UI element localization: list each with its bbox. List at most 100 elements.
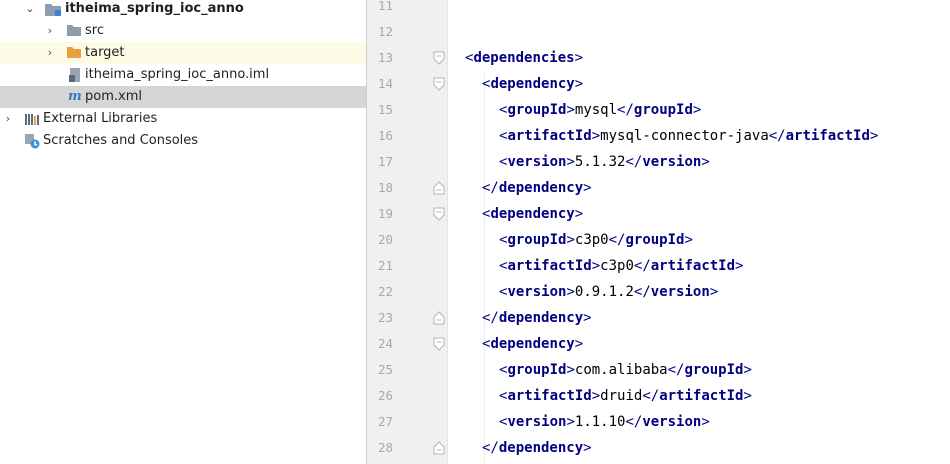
line-number: 27: [377, 414, 393, 429]
line-number: 21: [377, 258, 393, 273]
code-text[interactable]: <groupId>mysql</groupId>: [499, 97, 701, 123]
code-editor[interactable]: 11 12 13 <dependencies> 14 <dependency> 15 <gro…: [367, 0, 950, 464]
fold-end-icon[interactable]: [433, 181, 445, 195]
code-text[interactable]: <artifactId>druid</artifactId>: [499, 383, 752, 409]
line-number: 18: [377, 180, 393, 195]
code-line[interactable]: 14 <dependency>: [367, 71, 950, 97]
code-line[interactable]: 25 <groupId>com.alibaba</groupId>: [367, 357, 950, 383]
code-text[interactable]: <version>0.9.1.2</version>: [499, 279, 718, 305]
chevron-right-icon[interactable]: ›: [44, 42, 56, 64]
xml-tag-name: groupId: [507, 232, 567, 248]
code-line[interactable]: 21 <artifactId>c3p0</artifactId>: [367, 253, 950, 279]
tree-item-scratches[interactable]: Scratches and Consoles: [0, 130, 366, 152]
xml-tag-name: artifactId: [507, 128, 592, 144]
xml-tag-name: artifactId: [785, 128, 870, 144]
chevron-right-icon[interactable]: ›: [2, 108, 14, 130]
code-text[interactable]: <groupId>com.alibaba</groupId>: [499, 357, 752, 383]
tag-bracket: </: [642, 388, 660, 404]
tag-bracket: </: [625, 414, 643, 430]
code-text[interactable]: <artifactId>c3p0</artifactId>: [499, 253, 743, 279]
code-line[interactable]: 16 <artifactId>mysql-connector-java</arti…: [367, 123, 950, 149]
tree-item-external-libraries[interactable]: › External Libraries: [0, 108, 366, 130]
tag-bracket: >: [591, 128, 601, 144]
code-line[interactable]: 17 <version>5.1.32</version>: [367, 149, 950, 175]
tag-bracket: </: [625, 154, 643, 170]
fold-end-icon[interactable]: [433, 311, 445, 325]
code-line[interactable]: 19 <dependency>: [367, 201, 950, 227]
code-text[interactable]: </dependency>: [482, 305, 592, 331]
fold-collapse-icon[interactable]: [433, 51, 445, 65]
xml-tag-name: version: [650, 284, 710, 300]
tag-bracket: </: [633, 258, 651, 274]
tree-item-target[interactable]: › target: [0, 42, 366, 64]
tag-bracket: </: [482, 310, 499, 326]
code-text[interactable]: </dependency>: [482, 435, 592, 461]
line-number: 26: [377, 388, 393, 403]
code-line[interactable]: 12: [367, 19, 950, 45]
xml-tag-name: artifactId: [650, 258, 736, 274]
tag-bracket: >: [701, 414, 710, 430]
code-text[interactable]: <dependency>: [482, 331, 583, 357]
code-text[interactable]: <dependency>: [482, 201, 583, 227]
chevron-down-icon[interactable]: ⌄: [24, 0, 36, 20]
code-text[interactable]: <version>5.1.32</version>: [499, 149, 710, 175]
code-line[interactable]: 22 <version>0.9.1.2</version>: [367, 279, 950, 305]
xml-text-value: c3p0: [574, 232, 609, 248]
code-line[interactable]: 27 <version>1.1.10</version>: [367, 409, 950, 435]
code-line[interactable]: 20 <groupId>c3p0</groupId>: [367, 227, 950, 253]
tag-bracket: >: [574, 50, 584, 66]
code-line[interactable]: 26 <artifactId>druid</artifactId>: [367, 383, 950, 409]
tree-item-module-root[interactable]: ⌄ itheima_spring_ioc_anno: [0, 0, 366, 20]
tree-item-label: target: [85, 45, 125, 60]
code-line[interactable]: 13 <dependencies>: [367, 45, 950, 71]
code-text[interactable]: <version>1.1.10</version>: [499, 409, 710, 435]
code-text[interactable]: </dependency>: [482, 175, 592, 201]
code-line[interactable]: 23 </dependency>: [367, 305, 950, 331]
tree-item-src[interactable]: › src: [0, 20, 366, 42]
line-number: 17: [377, 154, 393, 169]
tag-bracket: >: [692, 102, 702, 118]
xml-tag-name: version: [642, 154, 702, 170]
folder-icon: [66, 42, 82, 64]
xml-text-value: com.alibaba: [574, 362, 668, 378]
code-text[interactable]: <groupId>c3p0</groupId>: [499, 227, 693, 253]
code-line[interactable]: 28 </dependency>: [367, 435, 950, 461]
tag-bracket: >: [591, 258, 601, 274]
xml-tag-name: artifactId: [507, 258, 592, 274]
tag-bracket: </: [482, 440, 499, 456]
xml-tag-name: dependency: [498, 440, 584, 456]
xml-tag-name: artifactId: [659, 388, 744, 404]
tree-item-pom-xml[interactable]: m pom.xml: [0, 86, 366, 108]
code-line[interactable]: 11: [367, 0, 950, 19]
xml-text-value: mysql: [574, 102, 618, 118]
fold-collapse-icon[interactable]: [433, 77, 445, 91]
fold-collapse-icon[interactable]: [433, 207, 445, 221]
tag-bracket: >: [566, 102, 575, 118]
tag-bracket: >: [583, 440, 592, 456]
code-line[interactable]: 18 </dependency>: [367, 175, 950, 201]
line-number: 22: [377, 284, 393, 299]
folder-icon: [66, 20, 82, 42]
maven-file-icon: m: [68, 89, 82, 104]
code-text[interactable]: <dependency>: [482, 71, 583, 97]
tag-bracket: >: [735, 258, 744, 274]
tree-item-label: itheima_spring_ioc_anno.iml: [85, 67, 270, 82]
xml-tag-name: version: [507, 284, 567, 300]
code-text[interactable]: <artifactId>mysql-connector-java</artifa…: [499, 123, 878, 149]
fold-collapse-icon[interactable]: [433, 337, 445, 351]
xml-tag-name: dependencies: [473, 50, 575, 66]
line-number: 15: [377, 102, 393, 117]
iml-file-icon: [68, 64, 82, 86]
code-line[interactable]: 15 <groupId>mysql</groupId>: [367, 97, 950, 123]
tree-item-iml-file[interactable]: itheima_spring_ioc_anno.iml: [0, 64, 366, 86]
code-text[interactable]: <dependencies>: [465, 45, 583, 71]
xml-tag-name: version: [642, 414, 702, 430]
code-line[interactable]: 24 <dependency>: [367, 331, 950, 357]
project-tree-panel[interactable]: ⌄ itheima_spring_ioc_anno › src › target…: [0, 0, 366, 464]
chevron-right-icon[interactable]: ›: [44, 20, 56, 42]
xml-tag-name: artifactId: [507, 388, 592, 404]
xml-tag-name: groupId: [507, 102, 567, 118]
tag-bracket: </: [482, 180, 499, 196]
tag-bracket: </: [768, 128, 786, 144]
fold-end-icon[interactable]: [433, 441, 445, 455]
